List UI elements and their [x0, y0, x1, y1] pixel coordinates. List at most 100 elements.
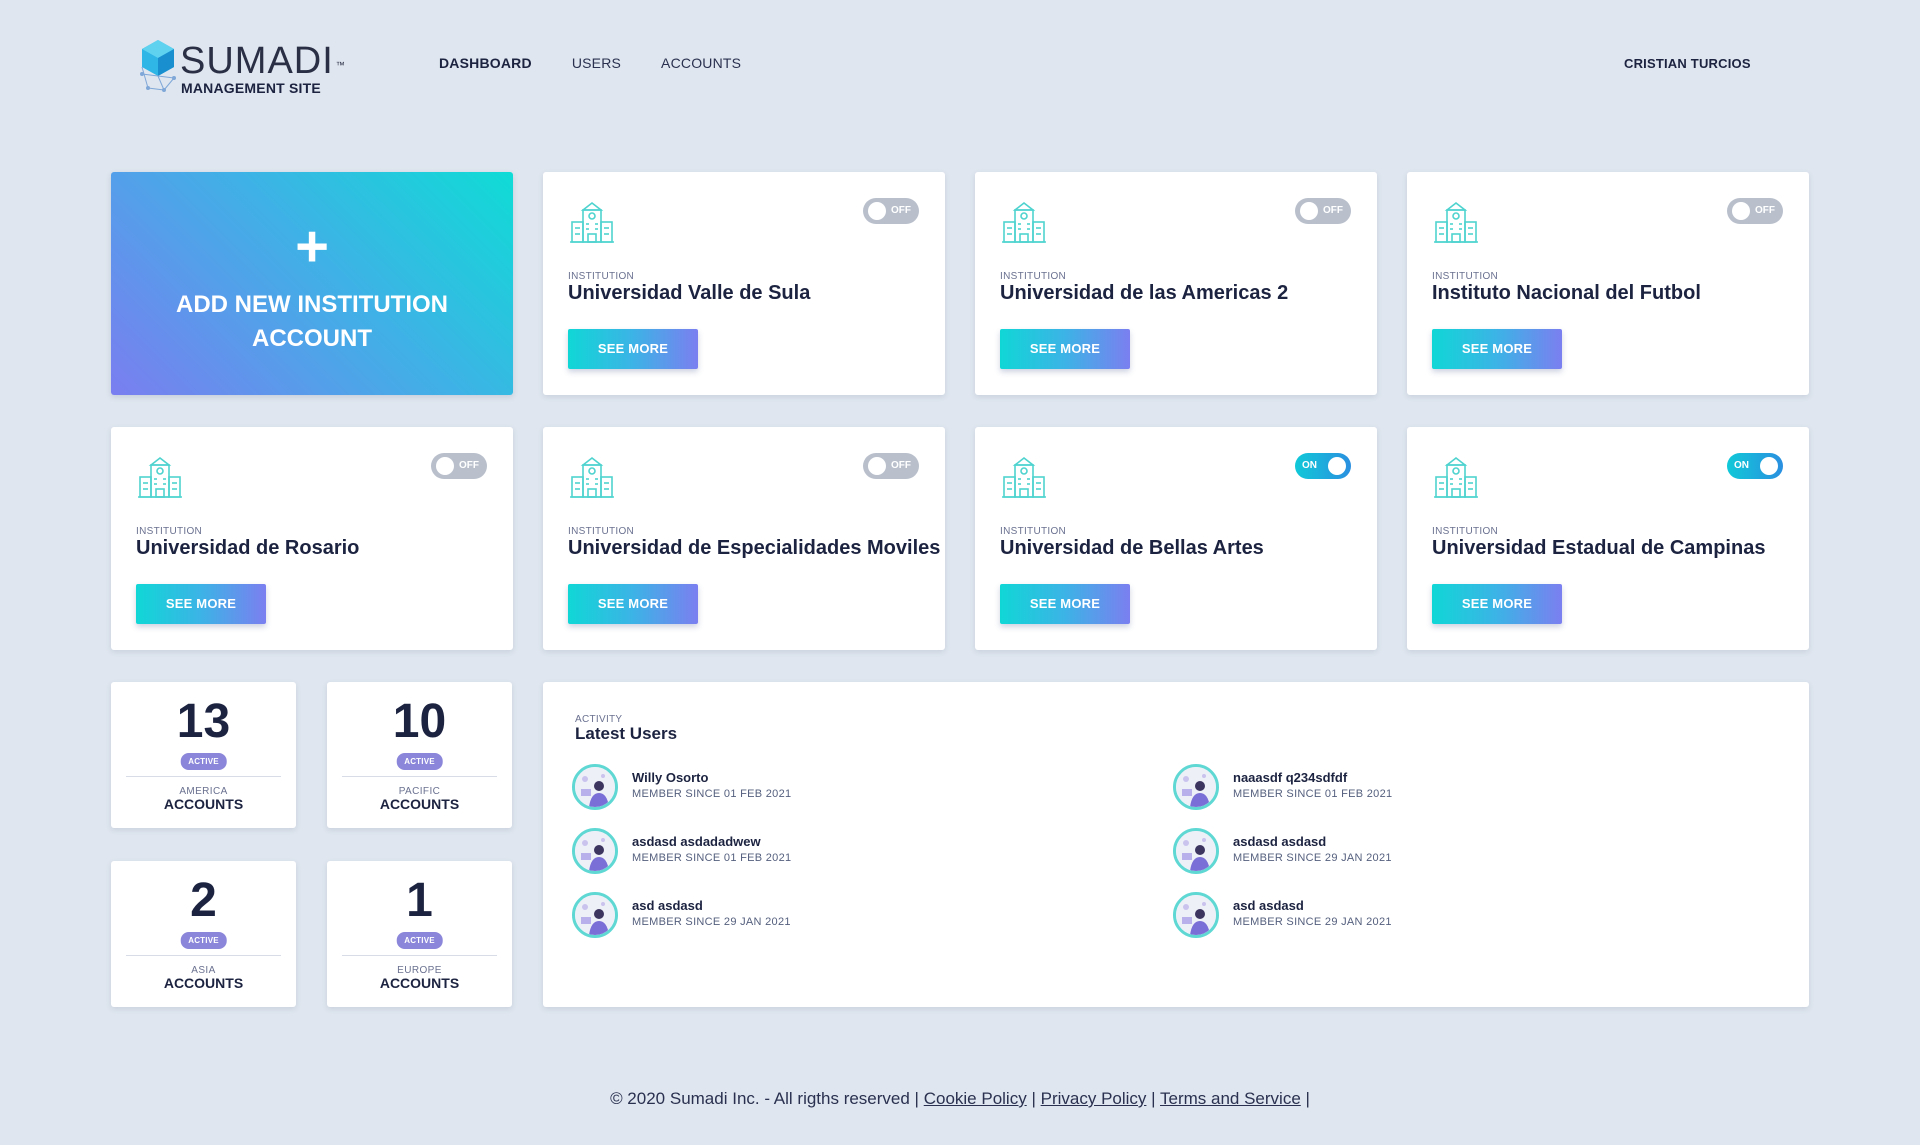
stat-count: 10 [392, 695, 447, 748]
status-toggle[interactable]: OFF [863, 453, 919, 479]
institution-card: OFF INSTITUTION Universidad de las Ameri… [975, 172, 1377, 395]
toggle-knob [436, 457, 454, 475]
divider [342, 955, 497, 956]
privacy-policy-link[interactable]: Privacy Policy [1041, 1089, 1147, 1108]
institution-name: Universidad Estadual de Campinas [1432, 537, 1766, 559]
latest-user-item[interactable]: asd asdasd MEMBER SINCE 29 JAN 2021 [1173, 892, 1733, 942]
building-icon [570, 201, 614, 243]
status-toggle[interactable]: ON [1295, 453, 1351, 479]
institution-kicker: INSTITUTION [1000, 271, 1067, 282]
add-institution-button[interactable]: + ADD NEW INSTITUTION ACCOUNT [111, 172, 513, 395]
toggle-label: OFF [1755, 205, 1775, 216]
user-avatar-icon [1176, 895, 1216, 935]
sumadi-logo[interactable]: SUMADI ™ MANAGEMENT SITE [140, 38, 345, 98]
avatar [1173, 764, 1219, 810]
toggle-knob [1328, 457, 1346, 475]
active-badge: ACTIVE [180, 753, 227, 770]
status-toggle[interactable]: OFF [1295, 198, 1351, 224]
copyright-text: © 2020 Sumadi Inc. - All rigths reserved… [610, 1089, 919, 1108]
toggle-label: ON [1734, 460, 1749, 471]
logo-title: SUMADI ™ [180, 42, 346, 80]
institution-kicker: INSTITUTION [1432, 526, 1499, 537]
institution-name: Instituto Nacional del Futbol [1432, 282, 1701, 304]
institution-card: OFF INSTITUTION Universidad Valle de Sul… [543, 172, 945, 395]
stat-label: ACCOUNTS [163, 975, 244, 991]
main-nav: DASHBOARD USERS ACCOUNTS [439, 55, 741, 71]
activity-panel: ACTIVITY Latest Users Willy Osorto MEMBER… [543, 682, 1809, 1007]
institution-kicker: INSTITUTION [568, 271, 635, 282]
divider [126, 955, 281, 956]
latest-user-item[interactable]: asd asdasd MEMBER SINCE 29 JAN 2021 [572, 892, 1132, 942]
latest-user-item[interactable]: asdasd asdasd MEMBER SINCE 29 JAN 2021 [1173, 828, 1733, 878]
institution-card: OFF INSTITUTION Universidad de Rosario S… [111, 427, 513, 650]
user-name: asd asdasd [1233, 898, 1304, 913]
latest-user-item[interactable]: Willy Osorto MEMBER SINCE 01 FEB 2021 [572, 764, 1132, 814]
see-more-button[interactable]: SEE MORE [1000, 584, 1130, 624]
active-badge: ACTIVE [396, 932, 443, 949]
plus-icon: + [295, 214, 329, 279]
institution-name: Universidad de Especialidades Moviles [568, 537, 941, 559]
footer: © 2020 Sumadi Inc. - All rigths reserved… [0, 1089, 1920, 1109]
region-stat-card: 10 ACTIVE PACIFIC ACCOUNTS [327, 682, 512, 828]
member-since: MEMBER SINCE 01 FEB 2021 [632, 852, 792, 864]
see-more-button[interactable]: SEE MORE [1432, 329, 1562, 369]
see-more-button[interactable]: SEE MORE [568, 329, 698, 369]
status-toggle[interactable]: OFF [863, 198, 919, 224]
region-stat-card: 2 ACTIVE ASIA ACCOUNTS [111, 861, 296, 1007]
user-avatar-icon [575, 895, 615, 935]
stat-label: ACCOUNTS [379, 975, 460, 991]
member-since: MEMBER SINCE 01 FEB 2021 [632, 788, 792, 800]
member-since: MEMBER SINCE 29 JAN 2021 [632, 916, 791, 928]
see-more-button[interactable]: SEE MORE [136, 584, 266, 624]
nav-dashboard[interactable]: DASHBOARD [439, 55, 532, 71]
nav-users[interactable]: USERS [572, 55, 621, 71]
member-since: MEMBER SINCE 29 JAN 2021 [1233, 916, 1392, 928]
toggle-knob [1760, 457, 1778, 475]
stat-count: 2 [190, 874, 217, 927]
status-toggle[interactable]: OFF [431, 453, 487, 479]
member-since: MEMBER SINCE 01 FEB 2021 [1233, 788, 1393, 800]
user-name: asdasd asdasd [1233, 834, 1327, 849]
institution-name: Universidad de Rosario [136, 537, 360, 559]
footer-separator: | [1305, 1089, 1310, 1108]
toggle-knob [868, 202, 886, 220]
institution-name: Universidad Valle de Sula [568, 282, 811, 304]
building-icon [570, 456, 614, 498]
avatar [1173, 892, 1219, 938]
active-badge: ACTIVE [180, 932, 227, 949]
building-icon [1434, 456, 1478, 498]
toggle-label: OFF [459, 460, 479, 471]
status-toggle[interactable]: OFF [1727, 198, 1783, 224]
stat-label: ACCOUNTS [379, 796, 460, 812]
nav-accounts[interactable]: ACCOUNTS [661, 55, 741, 71]
user-name: naaasdf q234sdfdf [1233, 770, 1348, 785]
header: SUMADI ™ MANAGEMENT SITE DASHBOARD USERS … [0, 0, 1920, 130]
active-badge: ACTIVE [396, 753, 443, 770]
status-toggle[interactable]: ON [1727, 453, 1783, 479]
see-more-button[interactable]: SEE MORE [568, 584, 698, 624]
see-more-button[interactable]: SEE MORE [1432, 584, 1562, 624]
toggle-knob [1732, 202, 1750, 220]
institution-kicker: INSTITUTION [136, 526, 203, 537]
toggle-label: OFF [891, 460, 911, 471]
region-stat-card: 1 ACTIVE EUROPE ACCOUNTS [327, 861, 512, 1007]
region-stat-card: 13 ACTIVE AMERICA ACCOUNTS [111, 682, 296, 828]
avatar [572, 828, 618, 874]
avatar [572, 892, 618, 938]
latest-user-item[interactable]: naaasdf q234sdfdf MEMBER SINCE 01 FEB 202… [1173, 764, 1733, 814]
cookie-policy-link[interactable]: Cookie Policy [924, 1089, 1027, 1108]
institution-card: OFF INSTITUTION Instituto Nacional del F… [1407, 172, 1809, 395]
institution-name: Universidad de Bellas Artes [1000, 537, 1264, 559]
logo-subtitle: MANAGEMENT SITE [181, 80, 321, 96]
user-menu[interactable]: CRISTIAN TURCIOS [1624, 56, 1751, 71]
toggle-label: OFF [891, 205, 911, 216]
toggle-label: ON [1302, 460, 1317, 471]
terms-link[interactable]: Terms and Service [1160, 1089, 1301, 1108]
see-more-button[interactable]: SEE MORE [1000, 329, 1130, 369]
cube-logo-icon [140, 40, 176, 92]
building-icon [138, 456, 182, 498]
user-name: Willy Osorto [632, 770, 709, 785]
institution-card: ON INSTITUTION Universidad Estadual de C… [1407, 427, 1809, 650]
latest-user-item[interactable]: asdasd asdadadwew MEMBER SINCE 01 FEB 202… [572, 828, 1132, 878]
add-institution-label: ADD NEW INSTITUTION ACCOUNT [176, 291, 448, 352]
